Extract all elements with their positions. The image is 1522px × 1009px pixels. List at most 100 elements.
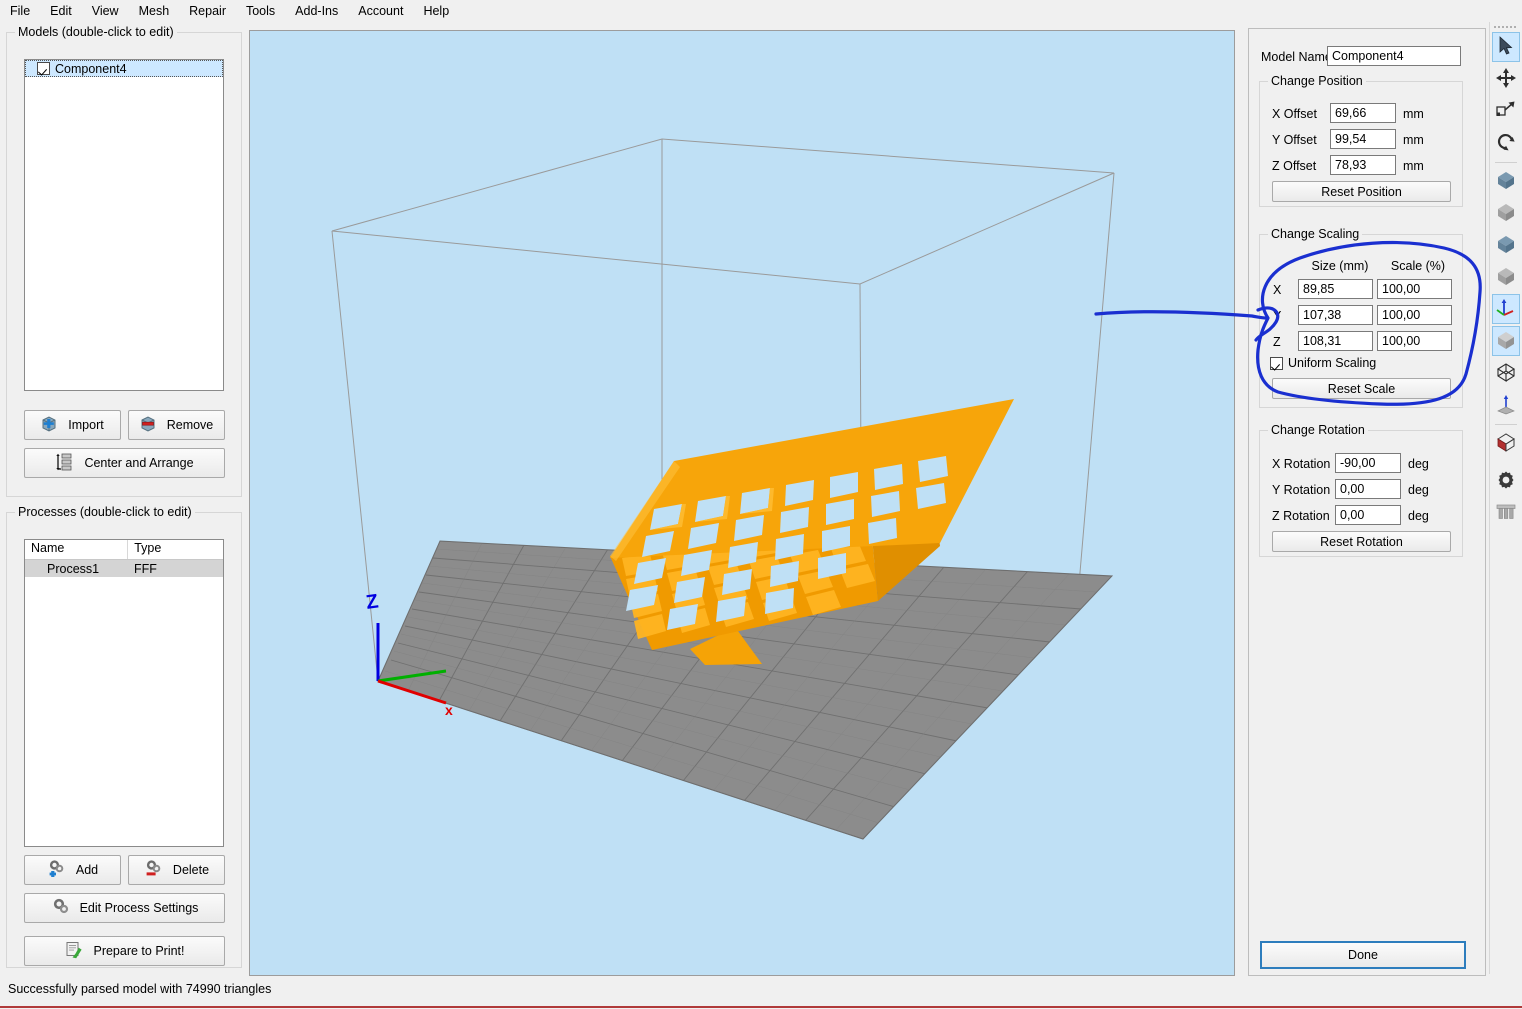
z-offset-input[interactable]: 78,93 — [1330, 155, 1396, 175]
view-cube-axis-icon — [1495, 297, 1517, 322]
model-name-input[interactable]: Component4 — [1327, 46, 1461, 66]
cursor-select-tool[interactable] — [1492, 32, 1520, 62]
prepare-to-print-button[interactable]: Prepare to Print! — [24, 936, 225, 966]
x-size-input[interactable]: 89,85 — [1298, 279, 1373, 299]
move-tool[interactable] — [1492, 64, 1520, 94]
cross-section-icon — [1495, 431, 1517, 456]
reset-rotation-button[interactable]: Reset Rotation — [1272, 531, 1451, 552]
uniform-scaling-row[interactable]: Uniform Scaling — [1270, 356, 1376, 370]
z-size-input[interactable]: 108,31 — [1298, 331, 1373, 351]
view-cube-axis-tool[interactable] — [1492, 294, 1520, 324]
processes-table-header: Name Type — [25, 540, 223, 560]
change-position-group: Change Position X Offset 69,66 mm Y Offs… — [1259, 74, 1463, 207]
delete-process-button[interactable]: Delete — [128, 855, 225, 885]
menu-item-mesh[interactable]: Mesh — [129, 1, 180, 21]
x-offset-unit: mm — [1403, 107, 1424, 121]
models-group: Models (double-click to edit) Component4 — [6, 25, 242, 497]
view-cube-back-tool[interactable] — [1492, 198, 1520, 228]
cursor-select-icon — [1497, 35, 1515, 59]
edit-process-settings-label: Edit Process Settings — [79, 901, 199, 915]
uniform-scaling-checkbox[interactable] — [1270, 356, 1283, 370]
menu-item-account[interactable]: Account — [348, 1, 413, 21]
model-checkbox[interactable] — [37, 62, 50, 75]
axis-label-x: x — [445, 702, 453, 718]
import-button[interactable]: Import — [24, 410, 121, 440]
wireframe-cube-icon — [1495, 361, 1517, 386]
add-process-button[interactable]: Add — [24, 855, 121, 885]
column-header-type: Type — [134, 541, 162, 555]
model-name-field-label: Model Name: — [1261, 50, 1336, 64]
column-header-name: Name — [25, 540, 129, 559]
menu-item-tools[interactable]: Tools — [236, 1, 285, 21]
y-offset-label: Y Offset — [1272, 133, 1317, 147]
x-scale-input[interactable]: 100,00 — [1377, 279, 1452, 299]
view-cube-left-tool[interactable] — [1492, 230, 1520, 260]
view-cube-front-icon — [1495, 169, 1517, 194]
reset-scale-button[interactable]: Reset Scale — [1272, 378, 1451, 399]
gear-icon — [1495, 469, 1517, 494]
menu-item-file[interactable]: File — [0, 1, 40, 21]
view-cube-left-icon — [1495, 233, 1517, 258]
menu-item-edit[interactable]: Edit — [40, 1, 82, 21]
rotate-tool[interactable] — [1492, 128, 1520, 158]
import-button-label: Import — [68, 418, 104, 432]
3d-viewport[interactable]: Z x — [249, 30, 1235, 976]
place-surface-icon — [1495, 393, 1517, 418]
menu-item-help[interactable]: Help — [413, 1, 459, 21]
table-row[interactable]: Process1 FFF — [25, 560, 223, 577]
add-button-label: Add — [75, 863, 99, 877]
toolbar-grip-handle[interactable] — [1494, 24, 1517, 30]
list-item[interactable]: Component4 — [25, 60, 223, 77]
processes-table[interactable]: Name Type Process1 FFF — [24, 539, 224, 847]
change-rotation-group: Change Rotation X Rotation -90,00 deg Y … — [1259, 423, 1463, 557]
y-scale-input[interactable]: 100,00 — [1377, 305, 1452, 325]
delete-button-label: Delete — [172, 863, 210, 877]
y-rotation-input[interactable]: 0,00 — [1335, 479, 1401, 499]
scale-row-x-label: X — [1273, 283, 1282, 297]
menu-item-repair[interactable]: Repair — [179, 1, 236, 21]
supports-tool[interactable] — [1492, 498, 1520, 528]
center-and-arrange-button[interactable]: Center and Arrange — [24, 448, 225, 478]
view-cube-top-tool[interactable] — [1492, 326, 1520, 356]
x-rotation-input[interactable]: -90,00 — [1335, 453, 1401, 473]
done-button[interactable]: Done — [1260, 941, 1466, 969]
reset-position-button[interactable]: Reset Position — [1272, 181, 1451, 202]
prepare-to-print-label: Prepare to Print! — [93, 944, 185, 958]
wireframe-cube-tool[interactable] — [1492, 358, 1520, 388]
model-properties-panel: Model Name: Component4 Change Position X… — [1248, 28, 1486, 976]
y-offset-unit: mm — [1403, 133, 1424, 147]
change-scaling-group: Change Scaling Size (mm) Scale (%) X 89,… — [1259, 227, 1463, 408]
y-offset-input[interactable]: 99,54 — [1330, 129, 1396, 149]
x-offset-input[interactable]: 69,66 — [1330, 103, 1396, 123]
settings-tool[interactable] — [1492, 466, 1520, 496]
delete-gears-icon — [144, 859, 166, 881]
z-offset-unit: mm — [1403, 159, 1424, 173]
z-scale-input[interactable]: 100,00 — [1377, 331, 1452, 351]
move-arrows-icon — [1496, 67, 1516, 91]
edit-process-settings-button[interactable]: Edit Process Settings — [24, 893, 225, 923]
right-toolbar — [1489, 22, 1521, 974]
remove-icon — [140, 415, 160, 436]
viewport-scene: Z x — [331, 138, 1115, 840]
z-rotation-input[interactable]: 0,00 — [1335, 505, 1401, 525]
view-cube-right-tool[interactable] — [1492, 262, 1520, 292]
uniform-scaling-label: Uniform Scaling — [1288, 356, 1377, 370]
change-scaling-title: Change Scaling — [1268, 227, 1363, 241]
status-bar: Successfully parsed model with 74990 tri… — [0, 978, 1522, 1009]
y-size-input[interactable]: 107,38 — [1298, 305, 1373, 325]
application-window: File Edit View Mesh Repair Tools Add-Ins… — [0, 0, 1522, 1009]
cross-section-tool[interactable] — [1492, 428, 1520, 458]
menu-item-view[interactable]: View — [82, 1, 129, 21]
processes-group: Processes (double-click to edit) Name Ty… — [6, 505, 242, 968]
menu-item-addins[interactable]: Add-Ins — [285, 1, 348, 21]
z-rotation-unit: deg — [1408, 509, 1429, 523]
view-cube-right-icon — [1495, 265, 1517, 290]
supports-icon — [1495, 501, 1517, 526]
place-surface-tool[interactable] — [1492, 390, 1520, 420]
scale-row-y-label: Y — [1273, 309, 1282, 323]
model-name-label: Component4 — [55, 61, 127, 76]
view-cube-front-tool[interactable] — [1492, 166, 1520, 196]
scale-tool[interactable] — [1492, 96, 1520, 126]
models-list[interactable]: Component4 — [24, 59, 224, 391]
remove-button[interactable]: Remove — [128, 410, 225, 440]
